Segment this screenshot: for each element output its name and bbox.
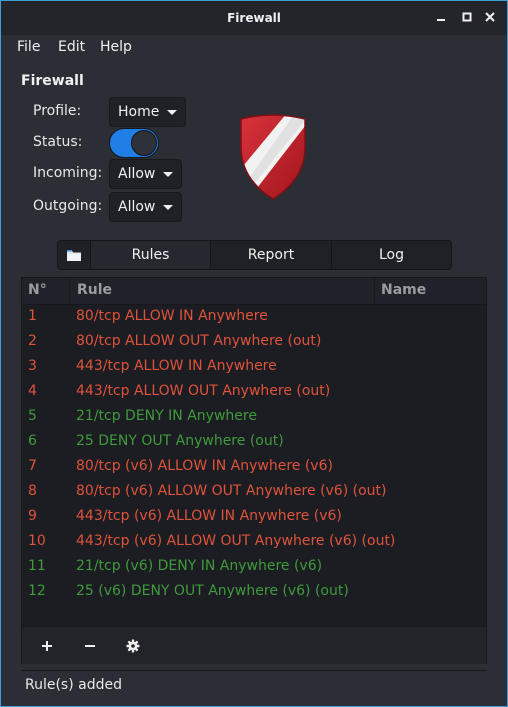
rule-text: 25 (v6) DENY OUT Anywhere (v6) (out) — [76, 583, 349, 599]
status-switch[interactable] — [109, 128, 159, 158]
table-row[interactable]: 11 21/tcp (v6) DENY IN Anywhere (v6) — [22, 555, 486, 580]
rule-number: 12 — [28, 583, 46, 599]
rules-list: N° Rule Name 1 80/tcp ALLOW IN Anywhere 2 8… — [21, 277, 487, 664]
minimize-icon[interactable] — [433, 8, 449, 26]
switch-knob — [131, 130, 157, 156]
rule-text: 21/tcp (v6) DENY IN Anywhere (v6) — [76, 558, 323, 574]
incoming-value: Allow — [118, 166, 156, 182]
table-row[interactable]: 5 21/tcp DENY IN Anywhere — [22, 405, 486, 430]
rule-number: 3 — [28, 358, 37, 374]
status-bar: Rule(s) added — [21, 670, 487, 701]
profile-label: Profile: — [33, 103, 82, 119]
column-divider — [69, 278, 70, 304]
rule-number: 7 — [28, 458, 37, 474]
table-row[interactable]: 7 80/tcp (v6) ALLOW IN Anywhere (v6) — [22, 455, 486, 480]
menu-help[interactable]: Help — [100, 39, 132, 55]
table-row[interactable]: 9 443/tcp (v6) ALLOW IN Anywhere (v6) — [22, 505, 486, 530]
table-row[interactable]: 6 25 DENY OUT Anywhere (out) — [22, 430, 486, 455]
rule-number: 9 — [28, 508, 37, 524]
table-row[interactable]: 12 25 (v6) DENY OUT Anywhere (v6) (out) — [22, 580, 486, 605]
rule-number: 8 — [28, 483, 37, 499]
rule-number: 2 — [28, 333, 37, 349]
rule-number: 5 — [28, 408, 37, 424]
view-tabs: Rules Report Log — [57, 240, 452, 270]
status-message: Rule(s) added — [25, 677, 122, 693]
rule-text: 443/tcp (v6) ALLOW OUT Anywhere (v6) (ou… — [76, 533, 396, 549]
chevron-down-icon — [163, 171, 174, 177]
table-row[interactable]: 4 443/tcp ALLOW OUT Anywhere (out) — [22, 380, 486, 405]
table-row[interactable]: 8 80/tcp (v6) ALLOW OUT Anywhere (v6) (ou… — [22, 480, 486, 505]
minus-icon[interactable] — [79, 635, 101, 657]
rules-list-header: N° Rule Name — [22, 278, 486, 305]
status-label: Status: — [33, 134, 83, 150]
rule-text: 80/tcp ALLOW IN Anywhere — [76, 308, 268, 324]
rule-text: 443/tcp ALLOW OUT Anywhere (out) — [76, 383, 331, 399]
column-header-name[interactable]: Name — [381, 282, 426, 298]
table-row[interactable]: 3 443/tcp ALLOW IN Anywhere — [22, 355, 486, 380]
rule-text: 80/tcp (v6) ALLOW IN Anywhere (v6) — [76, 458, 333, 474]
tab-report[interactable]: Report — [211, 241, 332, 269]
rule-text: 80/tcp (v6) ALLOW OUT Anywhere (v6) (out… — [76, 483, 387, 499]
menu-file[interactable]: File — [17, 39, 40, 55]
list-toolbar — [22, 626, 486, 664]
rule-text: 21/tcp DENY IN Anywhere — [76, 408, 257, 424]
close-icon[interactable] — [482, 8, 498, 26]
table-row[interactable]: 1 80/tcp ALLOW IN Anywhere — [22, 305, 486, 330]
column-header-rule[interactable]: Rule — [77, 282, 112, 298]
rule-number: 6 — [28, 433, 37, 449]
menu-bar: File Edit Help — [1, 35, 507, 61]
column-header-number[interactable]: N° — [28, 282, 47, 298]
rule-text: 80/tcp ALLOW OUT Anywhere (out) — [76, 333, 322, 349]
outgoing-dropdown[interactable]: Allow — [109, 192, 183, 222]
tab-rules[interactable]: Rules — [91, 241, 211, 269]
rule-text: 25 DENY OUT Anywhere (out) — [76, 433, 284, 449]
rule-number: 11 — [28, 558, 46, 574]
firewall-window: Firewall File Edit Help Firewall Profile… — [0, 0, 508, 707]
folder-icon — [67, 250, 81, 261]
title-bar[interactable]: Firewall — [1, 1, 507, 35]
incoming-label: Incoming: — [33, 165, 103, 181]
outgoing-label: Outgoing: — [33, 198, 103, 214]
window-title: Firewall — [227, 11, 281, 25]
section-title: Firewall — [21, 73, 84, 89]
column-divider — [374, 278, 375, 304]
gear-icon[interactable] — [122, 635, 144, 657]
menu-edit[interactable]: Edit — [58, 39, 85, 55]
incoming-dropdown[interactable]: Allow — [109, 159, 183, 189]
rule-number: 4 — [28, 383, 37, 399]
maximize-icon[interactable] — [459, 8, 475, 26]
profile-value: Home — [118, 104, 160, 120]
rule-number: 1 — [28, 308, 37, 324]
rule-number: 10 — [28, 533, 46, 549]
table-row[interactable]: 2 80/tcp ALLOW OUT Anywhere (out) — [22, 330, 486, 355]
outgoing-value: Allow — [118, 199, 156, 215]
shield-icon — [240, 114, 306, 200]
profile-dropdown[interactable]: Home — [109, 97, 187, 127]
rule-text: 443/tcp (v6) ALLOW IN Anywhere (v6) — [76, 508, 342, 524]
table-row[interactable]: 10 443/tcp (v6) ALLOW OUT Anywhere (v6) (… — [22, 530, 486, 555]
tab-log[interactable]: Log — [332, 241, 451, 269]
rule-text: 443/tcp ALLOW IN Anywhere — [76, 358, 277, 374]
plus-icon[interactable] — [36, 635, 58, 657]
chevron-down-icon — [167, 109, 178, 115]
tab-folder[interactable] — [58, 241, 91, 269]
chevron-down-icon — [163, 204, 174, 210]
